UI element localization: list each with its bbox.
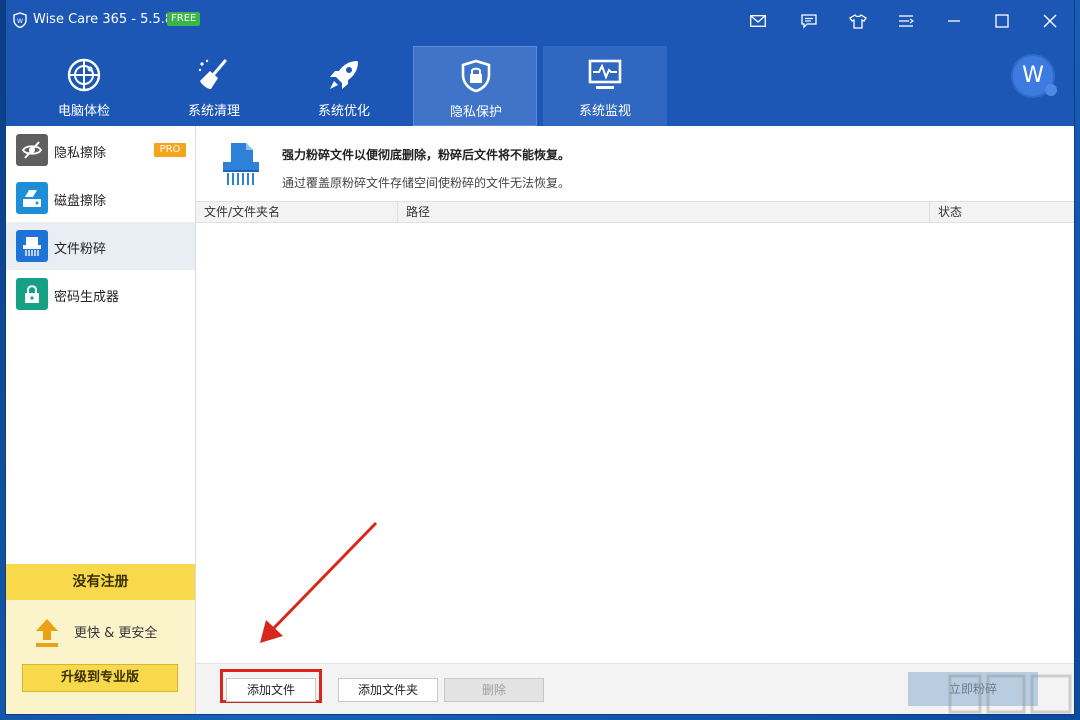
window-title: Wise Care 365 - 5.5.8 bbox=[33, 12, 174, 27]
add-folder-button[interactable]: 添加文件夹 bbox=[338, 678, 438, 702]
title-bar: W Wise Care 365 - 5.5.8 FREE bbox=[6, 0, 1074, 42]
pro-badge: PRO bbox=[154, 143, 186, 157]
nav-item-checkup[interactable]: 电脑体检 bbox=[22, 46, 146, 126]
upgrade-arrow-icon bbox=[36, 619, 58, 647]
sidebar-item-disk-eraser[interactable]: 磁盘擦除 bbox=[6, 174, 195, 222]
shredder-icon bbox=[223, 143, 259, 185]
unregistered-title: 没有注册 bbox=[6, 564, 195, 600]
minimize-icon bbox=[948, 20, 960, 22]
svg-text:W: W bbox=[17, 18, 23, 25]
shredder-icon bbox=[16, 230, 48, 262]
mail-icon bbox=[750, 15, 766, 27]
action-bar: 添加文件 添加文件夹 删除 立即粉碎 bbox=[196, 663, 1074, 714]
unregistered-panel: 更快 & 更安全 升级到专业版 bbox=[6, 600, 195, 714]
rocket-icon bbox=[330, 61, 358, 89]
sidebar-item-file-shredder[interactable]: 文件粉碎 bbox=[6, 222, 195, 270]
nav-label: 系统监视 bbox=[578, 104, 631, 119]
skin-button[interactable] bbox=[846, 9, 870, 33]
nav-item-clean[interactable]: 系统清理 bbox=[152, 46, 276, 126]
watermark-logo bbox=[948, 674, 1072, 714]
shield-lock-icon bbox=[461, 59, 491, 93]
mail-button[interactable] bbox=[746, 9, 770, 33]
column-header-status[interactable]: 状态 bbox=[930, 202, 1074, 222]
sidebar-item-label: 隐私擦除 bbox=[54, 146, 107, 161]
main-panel: 强力粉碎文件以便彻底删除，粉碎后文件将不能恢复。 通过覆盖原粉碎文件存储空间使粉… bbox=[196, 126, 1074, 714]
app-window: W Wise Care 365 - 5.5.8 FREE 电脑体检 系统清理 系… bbox=[6, 0, 1074, 714]
eye-off-icon bbox=[16, 134, 48, 166]
file-list[interactable] bbox=[196, 223, 1074, 663]
disk-eraser-icon bbox=[16, 182, 48, 214]
app-logo-icon: W bbox=[13, 12, 27, 28]
nav-label: 电脑体检 bbox=[57, 104, 110, 119]
sidebar-item-privacy-eraser[interactable]: 隐私擦除 PRO bbox=[6, 126, 195, 174]
upgrade-button[interactable]: 升级到专业版 bbox=[22, 664, 178, 692]
close-button[interactable] bbox=[1038, 9, 1062, 33]
menu-button[interactable] bbox=[894, 9, 918, 33]
close-icon bbox=[1043, 14, 1057, 28]
monitor-pulse-icon bbox=[588, 59, 622, 89]
tagline-text: 更快 & 更安全 bbox=[74, 626, 158, 641]
maximize-icon bbox=[995, 14, 1009, 28]
delete-button[interactable]: 删除 bbox=[444, 678, 544, 702]
feedback-button[interactable] bbox=[797, 9, 821, 33]
broom-icon bbox=[198, 59, 227, 89]
sidebar-item-label: 文件粉碎 bbox=[54, 242, 107, 257]
avatar-status-dot bbox=[1045, 84, 1057, 96]
padlock-icon bbox=[16, 278, 48, 310]
tshirt-icon bbox=[849, 13, 867, 29]
column-header-path[interactable]: 路径 bbox=[398, 202, 930, 222]
menu-icon bbox=[899, 15, 914, 27]
nav-label: 系统优化 bbox=[317, 104, 370, 119]
radar-icon bbox=[67, 58, 101, 92]
main-nav: 电脑体检 系统清理 系统优化 隐私保护 系统监视 W bbox=[6, 42, 1074, 126]
sidebar-item-label: 磁盘擦除 bbox=[54, 194, 107, 209]
page-description: 通过覆盖原粉碎文件存储空间使粉碎的文件无法恢复。 bbox=[282, 176, 571, 190]
minimize-button[interactable] bbox=[942, 9, 966, 33]
nav-label: 隐私保护 bbox=[449, 105, 502, 120]
free-badge: FREE bbox=[167, 12, 201, 26]
nav-item-privacy[interactable]: 隐私保护 bbox=[413, 46, 537, 126]
sidebar-item-password-generator[interactable]: 密码生成器 bbox=[6, 270, 195, 318]
sidebar: 隐私擦除 PRO 磁盘擦除 文件粉碎 密码生成器 没有注册 更快 & 更安全 升… bbox=[6, 126, 196, 714]
nav-item-optimize[interactable]: 系统优化 bbox=[282, 46, 406, 126]
nav-item-monitor[interactable]: 系统监视 bbox=[543, 46, 667, 126]
maximize-button[interactable] bbox=[990, 9, 1014, 33]
page-title: 强力粉碎文件以便彻底删除，粉碎后文件将不能恢复。 bbox=[282, 148, 571, 162]
column-header-name[interactable]: 文件/文件夹名 bbox=[196, 202, 398, 222]
table-header: 文件/文件夹名 路径 状态 bbox=[196, 201, 1074, 223]
nav-label: 系统清理 bbox=[187, 104, 240, 119]
add-file-button[interactable]: 添加文件 bbox=[226, 678, 316, 702]
sidebar-item-label: 密码生成器 bbox=[54, 290, 120, 305]
chat-icon bbox=[801, 13, 817, 29]
